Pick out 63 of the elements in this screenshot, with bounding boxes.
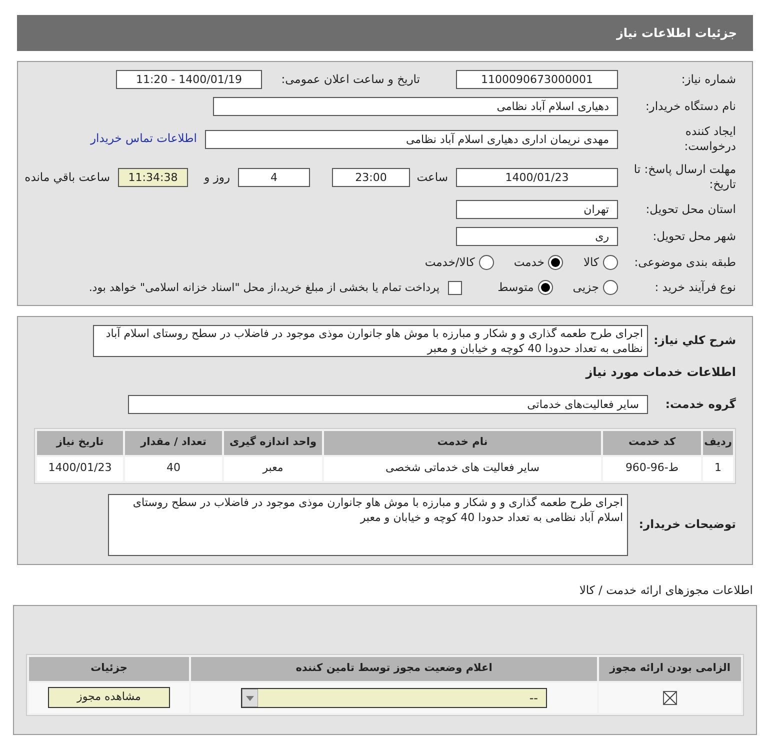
field-label: ایجاد کننده درخواست:: [683, 124, 736, 154]
field-label: طبقه بندی موضوعی:: [633, 255, 736, 270]
radio-button[interactable]: [478, 255, 494, 270]
table-cell: 1400/01/23: [37, 456, 123, 480]
table-cell: معبر: [224, 456, 322, 480]
radio-button[interactable]: [548, 255, 564, 270]
field-label: نوع فرآیند خرید :: [654, 280, 736, 296]
notes-box: اجرای طرح طعمه گذاری و و شکار و مبارزه با موش هاو جانوارن موذی موجود در فاضلاب در سطح روستای اسلام آباد نظامی به تعداد حدودا 40 کوچه و خیابان و معبر: [108, 494, 628, 556]
field-label: روز و: [202, 170, 230, 184]
column-header: الزامی بودن ارائه مجوز: [599, 656, 741, 680]
input-field[interactable]: 1400/01/23: [456, 168, 618, 186]
description-box: اجرای طرح طعمه گذاری و و شکار و مبارزه با موش هاو جانوارن موذی موجود در فاضلاب در سطح روستای اسلام آباد نظامی به تعداد حدودا 40 کوچه و خیابان و معبر: [93, 324, 648, 356]
dropdown-arrow-icon: [242, 688, 258, 706]
column-header: واحد اندازه گیری: [224, 430, 322, 454]
input-field[interactable]: 1400/01/19 - 11:20: [116, 70, 262, 89]
field-label: شماره نیاز:: [680, 72, 736, 87]
input-field[interactable]: دهیاری اسلام آباد نظامی: [213, 97, 618, 116]
status-select[interactable]: --: [241, 688, 547, 708]
column-header: کد خدمت: [603, 430, 701, 454]
table-cell: ط-96-960: [603, 456, 701, 480]
radio-label: متوسط: [498, 279, 534, 296]
page-title: جزئیات اطلاعات نیاز: [616, 25, 737, 42]
field-label: مهلت ارسال پاسخ: تا تاریخ:: [632, 162, 736, 192]
radio-button[interactable]: [538, 280, 553, 296]
section-heading: اطلاعات مجوزهای ارائه خدمت / کالا: [579, 582, 753, 596]
input-field[interactable]: 23:00: [332, 168, 410, 186]
radio-label: کالا/خدمت: [424, 254, 475, 271]
contact-link[interactable]: اطلاعات تماس خریدار: [90, 130, 197, 148]
field-label: ساعت: [418, 170, 448, 184]
radio-label: کالا: [583, 254, 599, 271]
input-field[interactable]: 1100090673000001: [456, 70, 618, 89]
field-label: نام دستگاه خریدار:: [644, 99, 736, 114]
checkbox-label: پرداخت تمام یا بخشی از مبلغ خرید،از محل "اسناد خزانه اسلامی" خواهد بود.: [88, 280, 440, 296]
input-field[interactable]: تهران: [456, 200, 618, 219]
view-permit-button[interactable]: مشاهده مجوز: [48, 687, 170, 708]
input-field[interactable]: ری: [456, 227, 618, 246]
field-label: ساعت باقي مانده: [24, 170, 110, 184]
field-label: استان محل تحویل:: [644, 202, 736, 217]
column-header: تعداد / مقدار: [125, 430, 222, 454]
input-field[interactable]: سایر فعالیت‌های خدماتی: [128, 394, 648, 414]
radio-button[interactable]: [603, 280, 618, 296]
select-value: --: [529, 690, 538, 706]
column-header: نام خدمت: [324, 430, 601, 454]
input-field[interactable]: 4: [238, 168, 310, 186]
field-label: توضیحات خریدار:: [638, 517, 736, 532]
column-header: اعلام وضعیت مجوز توسط تامین کننده: [191, 656, 597, 680]
field-label: شرح کلي نياز:: [656, 333, 736, 348]
radio-button[interactable]: [603, 255, 618, 270]
table-cell: 40: [125, 456, 222, 480]
remaining-time[interactable]: 11:34:38: [118, 168, 188, 186]
column-header: تاریخ نیاز: [37, 430, 123, 454]
radio-label: جزیی: [572, 279, 599, 296]
field-label: گروه خدمت:: [664, 396, 736, 412]
radio-label: خدمت: [514, 254, 544, 271]
column-header: ردیف: [703, 430, 733, 454]
field-label: شهر محل تحویل:: [652, 229, 736, 244]
table-cell: سایر فعالیت های خدماتی شخصی: [324, 456, 601, 480]
checkbox[interactable]: [448, 280, 462, 295]
table-cell: 1: [703, 456, 733, 480]
column-header: جزئیات: [29, 656, 189, 680]
input-field[interactable]: مهدی نریمان اداری دهیاری اسلام آباد نظامی: [205, 130, 618, 148]
section-heading: اطلاعات خدمات مورد نیاز: [584, 364, 736, 380]
field-label: تاریخ و ساعت اعلان عمومی:: [280, 72, 420, 87]
